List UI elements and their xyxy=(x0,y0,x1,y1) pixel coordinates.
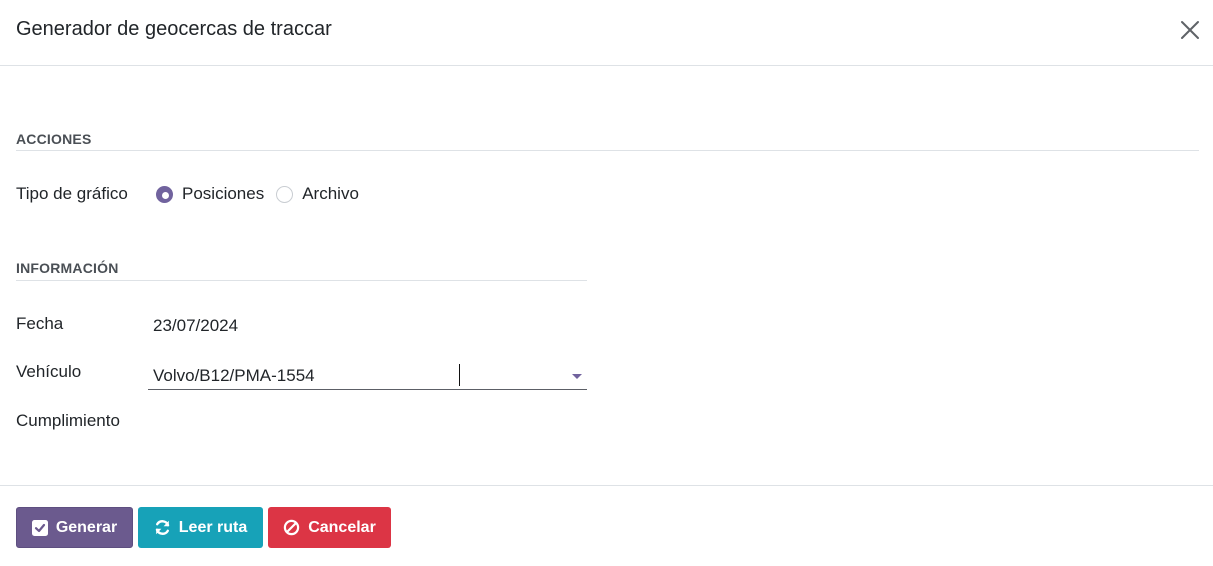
radio-checked-icon xyxy=(156,185,173,203)
tipo-grafico-radio-group: Posiciones Archivo xyxy=(156,184,371,204)
cancelar-button[interactable]: Cancelar xyxy=(268,507,391,548)
section-divider xyxy=(16,280,587,281)
cumplimiento-label: Cumplimiento xyxy=(16,411,120,430)
tipo-grafico-label: Tipo de gráfico xyxy=(16,184,128,203)
text-caret xyxy=(459,364,460,386)
vehiculo-label: Vehículo xyxy=(16,362,82,381)
dialog-header: Generador de geocercas de traccar xyxy=(0,0,1213,66)
leer-ruta-button-label: Leer ruta xyxy=(178,518,248,536)
radio-unchecked-icon xyxy=(276,185,294,203)
leer-ruta-button[interactable]: Leer ruta xyxy=(138,507,263,548)
check-square-icon xyxy=(31,519,48,536)
ban-icon xyxy=(283,519,300,536)
radio-archivo-label: Archivo xyxy=(302,184,359,203)
vehiculo-select-value: Volvo/B12/PMA-1554 xyxy=(153,366,315,385)
section-title-acciones: ACCIONES xyxy=(16,131,92,147)
dialog-footer: Generar Leer ruta Cancelar xyxy=(0,485,1213,566)
section-divider xyxy=(16,150,1199,151)
fecha-label: Fecha xyxy=(16,314,64,333)
radio-archivo[interactable]: Archivo xyxy=(276,184,359,204)
generar-button[interactable]: Generar xyxy=(16,507,133,548)
chevron-down-icon[interactable] xyxy=(572,374,582,379)
dialog-title: Generador de geocercas de traccar xyxy=(16,18,332,40)
radio-posiciones[interactable]: Posiciones xyxy=(156,184,264,204)
close-icon xyxy=(1181,21,1199,39)
cancelar-button-label: Cancelar xyxy=(308,518,376,536)
fecha-value: 23/07/2024 xyxy=(153,316,239,335)
vehiculo-select[interactable]: Volvo/B12/PMA-1554 xyxy=(148,362,587,390)
generar-button-label: Generar xyxy=(55,518,118,536)
close-button[interactable] xyxy=(1176,16,1204,44)
refresh-icon xyxy=(154,519,171,536)
geofence-dialog: Generador de geocercas de traccar ACCION… xyxy=(0,0,1213,566)
radio-posiciones-label: Posiciones xyxy=(182,184,265,203)
section-title-informacion: INFORMACIÓN xyxy=(16,260,119,276)
